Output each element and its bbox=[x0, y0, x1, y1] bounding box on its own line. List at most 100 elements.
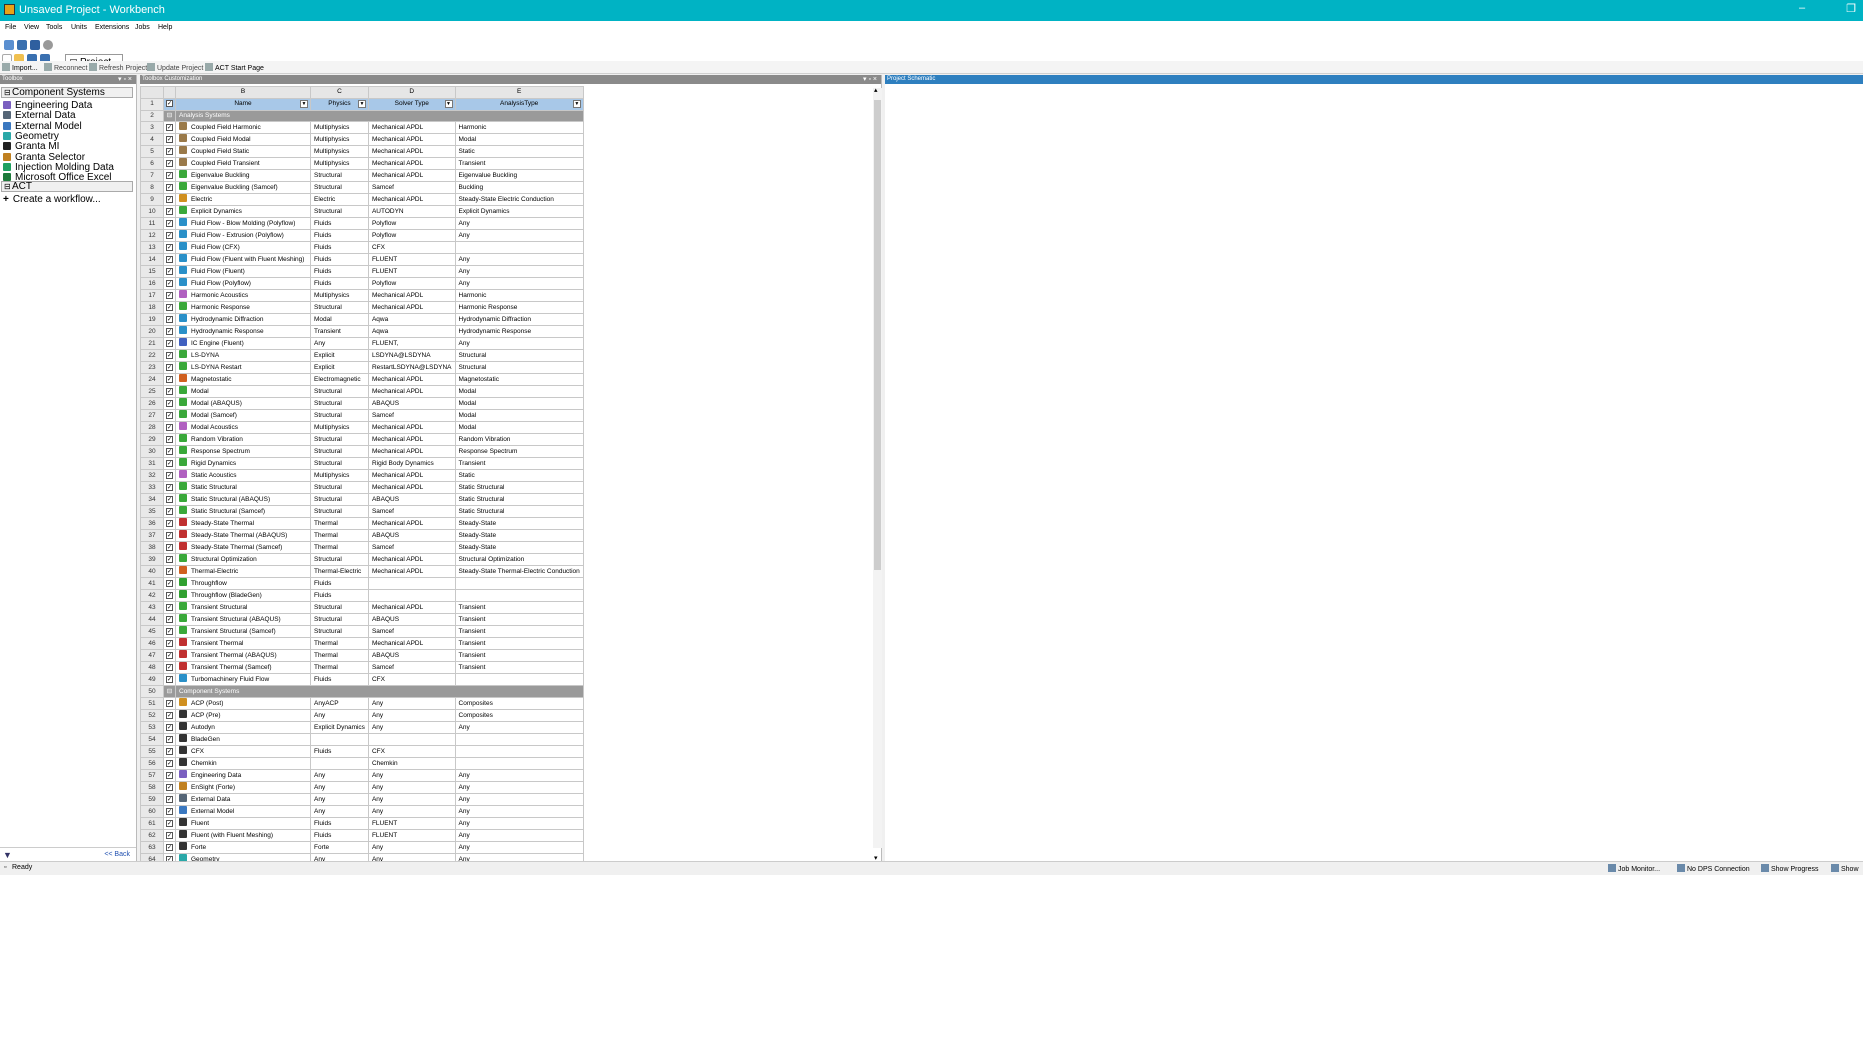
minimize-button[interactable]: – bbox=[1793, 2, 1811, 18]
reconnect-button[interactable]: Reconnect bbox=[44, 63, 87, 72]
row-checkbox[interactable]: ✓ bbox=[163, 253, 176, 267]
update-project-button[interactable]: Update Project bbox=[147, 63, 203, 72]
panel-buttons[interactable]: ▾ ▫ × bbox=[863, 75, 877, 83]
table-row[interactable]: 10 ✓ Explicit Dynamics Structural AUTODYN Exp… bbox=[140, 205, 584, 219]
back-link[interactable]: << Back bbox=[104, 851, 130, 858]
checkbox[interactable]: ✓ bbox=[166, 843, 173, 851]
checkbox[interactable]: ✓ bbox=[166, 267, 173, 275]
solver-type-header[interactable]: Solver Type ▼ bbox=[367, 97, 456, 111]
table-row[interactable]: 37 ✓ Steady-State Thermal (ABAQUS) Thermal A… bbox=[140, 529, 584, 543]
checkbox[interactable]: ✓ bbox=[166, 435, 173, 443]
table-row[interactable]: 48 ✓ Transient Thermal (Samcef) Thermal Samc… bbox=[140, 661, 584, 675]
group-act[interactable]: ⊟ ACT bbox=[1, 181, 133, 192]
row-checkbox[interactable]: ✓ bbox=[163, 169, 176, 183]
table-row[interactable]: 49 ✓ Turbomachinery Fluid Flow Fluids CFX bbox=[140, 673, 584, 687]
table-row[interactable]: 55 ✓ CFX Fluids CFX bbox=[140, 745, 584, 759]
options-icon[interactable] bbox=[43, 40, 53, 50]
row-checkbox[interactable]: ✓ bbox=[163, 301, 176, 315]
checkbox[interactable]: ✓ bbox=[166, 351, 173, 359]
table-row[interactable]: 35 ✓ Static Structural (Samcef) Structural S… bbox=[140, 505, 584, 519]
checkbox[interactable]: ✓ bbox=[166, 159, 173, 167]
create-workflow-item[interactable]: + Create a workflow... bbox=[3, 195, 101, 205]
row-checkbox[interactable]: ✓ bbox=[163, 181, 176, 195]
table-row[interactable]: 56 ✓ Chemkin Chemkin bbox=[140, 757, 584, 771]
row-checkbox[interactable]: ✓ bbox=[163, 157, 176, 171]
table-row[interactable]: 16 ✓ Fluid Flow (Polyflow) Fluids Polyflow An… bbox=[140, 277, 584, 291]
checkbox[interactable]: ✓ bbox=[166, 399, 173, 407]
table-row[interactable]: 41 ✓ Throughflow Fluids bbox=[140, 577, 584, 591]
checkbox[interactable]: ✓ bbox=[166, 255, 173, 263]
checkbox[interactable]: ✓ bbox=[166, 135, 173, 143]
table-row[interactable]: 26 ✓ Modal (ABAQUS) Structural ABAQUS Modal bbox=[140, 397, 584, 411]
row-checkbox[interactable]: ✓ bbox=[163, 337, 176, 351]
row-checkbox[interactable]: ✓ bbox=[163, 385, 176, 399]
table-row[interactable]: 53 ✓ Autodyn Explicit Dynamics Any Any bbox=[140, 721, 584, 735]
checkbox[interactable]: ✓ bbox=[166, 411, 173, 419]
table-row[interactable]: 33 ✓ Static Structural Structural Mechanical… bbox=[140, 481, 584, 495]
checkbox[interactable]: ✓ bbox=[166, 771, 173, 779]
menu-units[interactable]: Units bbox=[71, 24, 87, 31]
checkbox[interactable]: ✓ bbox=[166, 747, 173, 755]
checkbox[interactable]: ✓ bbox=[166, 627, 173, 635]
checkbox[interactable]: ✓ bbox=[166, 711, 173, 719]
table-row[interactable]: 19 ✓ Hydrodynamic Diffraction Modal Aqwa Hydr… bbox=[140, 313, 584, 327]
table-row[interactable]: 6 ✓ Coupled Field Transient Multiphysics Mec… bbox=[140, 157, 584, 171]
collapse-cell[interactable]: ⊟ bbox=[163, 109, 176, 123]
filter-dropdown-icon[interactable]: ▼ bbox=[357, 99, 366, 108]
table-row[interactable]: 3 ✓ Coupled Field Harmonic Multiphysics Mech… bbox=[140, 121, 584, 135]
checkbox[interactable]: ✓ bbox=[166, 783, 173, 791]
collapse-icon[interactable]: ⊟ bbox=[4, 88, 11, 97]
checkbox[interactable]: ✓ bbox=[166, 447, 173, 455]
checkbox[interactable]: ✓ bbox=[166, 591, 173, 599]
checkbox[interactable]: ✓ bbox=[166, 495, 173, 503]
table-row[interactable]: 17 ✓ Harmonic Acoustics Multiphysics Mechani… bbox=[140, 289, 584, 303]
row-checkbox[interactable]: ✓ bbox=[163, 529, 176, 543]
table-row[interactable]: 51 ✓ ACP (Post) AnyACP Any Composites bbox=[140, 697, 584, 711]
checkbox[interactable]: ✓ bbox=[166, 639, 173, 647]
checkbox[interactable]: ✓ bbox=[166, 759, 173, 767]
job-monitor-button[interactable]: Job Monitor... bbox=[1608, 864, 1660, 873]
menu-file[interactable]: File bbox=[5, 24, 16, 31]
checkbox[interactable]: ✓ bbox=[166, 651, 173, 659]
checkbox[interactable]: ✓ bbox=[166, 483, 173, 491]
row-checkbox[interactable]: ✓ bbox=[163, 445, 176, 459]
table-row[interactable]: 11 ✓ Fluid Flow - Blow Molding (Polyflow) F… bbox=[140, 217, 584, 231]
open-project-icon[interactable] bbox=[17, 40, 27, 50]
checkbox[interactable]: ✓ bbox=[166, 183, 173, 191]
row-checkbox[interactable]: ✓ bbox=[163, 577, 176, 591]
scroll-up-icon[interactable]: ▴ bbox=[874, 86, 878, 94]
import-button[interactable]: Import... bbox=[2, 63, 38, 72]
row-checkbox[interactable]: ✓ bbox=[163, 145, 176, 159]
row-checkbox[interactable]: ✓ bbox=[163, 805, 176, 819]
row-checkbox[interactable]: ✓ bbox=[163, 697, 176, 711]
col-e-header[interactable]: E bbox=[454, 86, 584, 99]
row-checkbox[interactable]: ✓ bbox=[163, 589, 176, 603]
row-checkbox[interactable]: ✓ bbox=[163, 565, 176, 579]
row-checkbox[interactable]: ✓ bbox=[163, 397, 176, 411]
row-checkbox[interactable]: ✓ bbox=[163, 433, 176, 447]
checkbox[interactable]: ✓ bbox=[166, 795, 173, 803]
row-checkbox[interactable]: ✓ bbox=[163, 205, 176, 219]
table-row[interactable]: 13 ✓ Fluid Flow (CFX) Fluids CFX bbox=[140, 241, 584, 255]
row-checkbox[interactable]: ✓ bbox=[163, 241, 176, 255]
table-row[interactable]: 46 ✓ Transient Thermal Thermal Mechanical AP… bbox=[140, 637, 584, 651]
checkbox[interactable]: ✓ bbox=[166, 507, 173, 515]
table-row[interactable]: 14 ✓ Fluid Flow (Fluent with Fluent Meshin… bbox=[140, 253, 584, 267]
checkbox[interactable]: ✓ bbox=[166, 100, 173, 108]
checkbox[interactable]: ✓ bbox=[166, 363, 173, 371]
table-row[interactable]: 15 ✓ Fluid Flow (Fluent) Fluids FLUENT Any bbox=[140, 265, 584, 279]
table-row[interactable]: 59 ✓ External Data Any Any Any bbox=[140, 793, 584, 807]
table-row[interactable]: 8 ✓ Eigenvalue Buckling (Samcef) Structural… bbox=[140, 181, 584, 195]
act-start-page-button[interactable]: ACT Start Page bbox=[205, 63, 264, 72]
table-row[interactable]: 22 ✓ LS-DYNA Explicit LSDYNA@LSDYNA Structura… bbox=[140, 349, 584, 363]
table-row[interactable]: 38 ✓ Steady-State Thermal (Samcef) Thermal S… bbox=[140, 541, 584, 555]
menu-jobs[interactable]: Jobs bbox=[135, 24, 150, 31]
row-checkbox[interactable]: ✓ bbox=[163, 193, 176, 207]
row-checkbox[interactable]: ✓ bbox=[163, 133, 176, 147]
row-checkbox[interactable]: ✓ bbox=[163, 409, 176, 423]
checkbox[interactable]: ✓ bbox=[166, 147, 173, 155]
checkbox[interactable]: ✓ bbox=[166, 459, 173, 467]
row-checkbox[interactable]: ✓ bbox=[163, 517, 176, 531]
select-all-checkbox[interactable]: ✓ bbox=[163, 97, 176, 111]
table-row[interactable]: 43 ✓ Transient Structural Structural Mechani… bbox=[140, 601, 584, 615]
